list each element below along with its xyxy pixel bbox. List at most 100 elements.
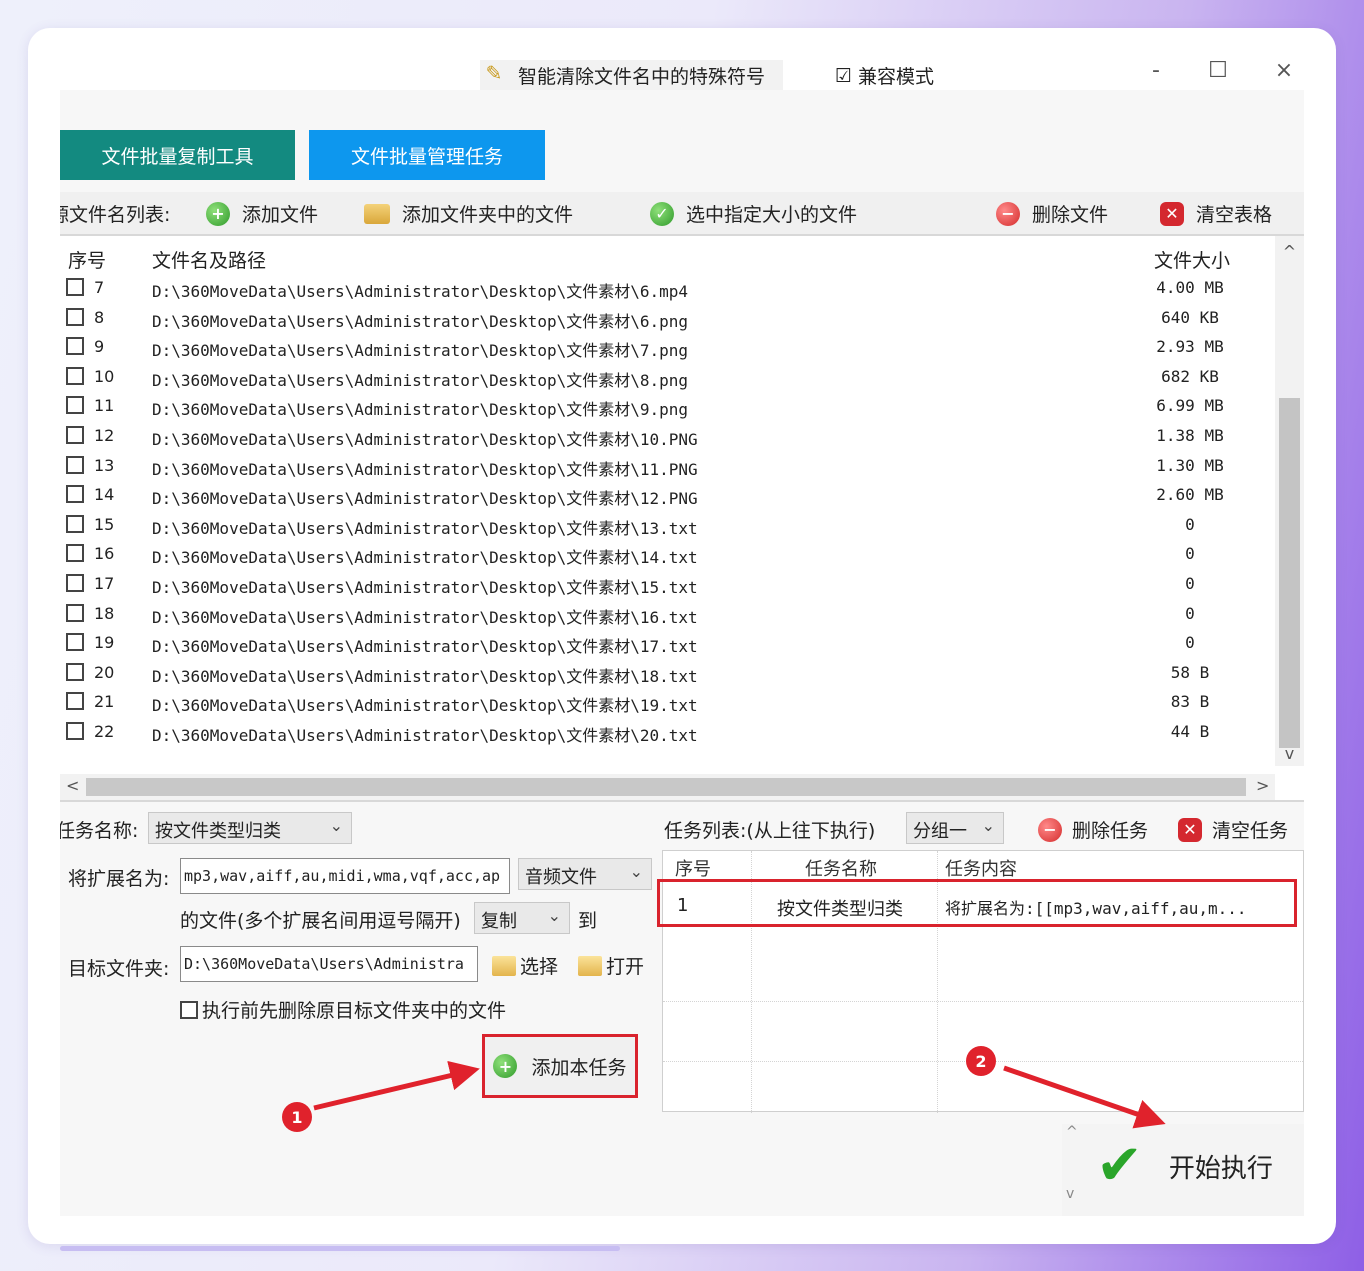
header-path: 文件名及路径 bbox=[152, 250, 267, 272]
delete-file-label: 删除文件 bbox=[1032, 204, 1109, 226]
close-button[interactable]: × bbox=[1264, 60, 1304, 83]
clear-task-button[interactable]: ✕ 清空任务 bbox=[1178, 816, 1288, 843]
table-row[interactable]: 11 D:\360MoveData\Users\Administrator\Des… bbox=[60, 392, 1275, 422]
ext-label: 将扩展名为: bbox=[68, 868, 170, 890]
row-path: D:\360MoveData\Users\Administrator\Deskt… bbox=[152, 637, 698, 657]
maximize-button[interactable]: ☐ bbox=[1198, 60, 1238, 83]
row-checkbox[interactable] bbox=[66, 425, 84, 444]
task-name-select[interactable]: 按文件类型归类 ⌄ bbox=[148, 812, 352, 844]
table-row[interactable]: 19 D:\360MoveData\Users\Administrator\Des… bbox=[60, 629, 1275, 659]
delete-task-button[interactable]: − 删除任务 bbox=[1038, 816, 1148, 843]
task-row-index[interactable]: 1 bbox=[677, 895, 688, 916]
row-checkbox[interactable] bbox=[66, 307, 84, 326]
target-folder-input[interactable]: D:\360MoveData\Users\Administra bbox=[180, 946, 478, 982]
progress-line bbox=[60, 1246, 620, 1251]
add-file-label: 添加文件 bbox=[242, 204, 319, 226]
vertical-scroll-thumb[interactable] bbox=[1279, 398, 1300, 748]
add-icon: + bbox=[206, 201, 230, 226]
close-x-icon: ✕ bbox=[1178, 817, 1202, 842]
add-icon: + bbox=[493, 1054, 518, 1078]
add-folder-files-button[interactable]: 添加文件夹中的文件 bbox=[364, 200, 573, 227]
tab-batch-manage[interactable]: 文件批量管理任务 bbox=[309, 130, 545, 180]
row-path: D:\360MoveData\Users\Administrator\Deskt… bbox=[152, 370, 689, 390]
scroll-left-icon[interactable]: < bbox=[66, 776, 79, 795]
add-task-button[interactable]: + 添加本任务 bbox=[482, 1034, 638, 1098]
table-row[interactable]: 16 D:\360MoveData\Users\Administrator\Des… bbox=[60, 540, 1275, 570]
tab-batch-copy[interactable]: 文件批量复制工具 bbox=[60, 130, 295, 180]
row-path: D:\360MoveData\Users\Administrator\Deskt… bbox=[152, 459, 698, 479]
vertical-scrollbar[interactable]: ^ v bbox=[1275, 236, 1304, 766]
table-row[interactable]: 22 D:\360MoveData\Users\Administrator\Des… bbox=[60, 718, 1275, 748]
row-checkbox[interactable] bbox=[66, 396, 84, 415]
row-checkbox[interactable] bbox=[66, 455, 84, 474]
add-file-button[interactable]: + 添加文件 bbox=[206, 200, 318, 227]
checkmark-icon: ✔ bbox=[1096, 1133, 1143, 1198]
row-checkbox[interactable] bbox=[66, 662, 84, 681]
table-row[interactable]: 20 D:\360MoveData\Users\Administrator\Des… bbox=[60, 659, 1275, 689]
table-row[interactable]: 12 D:\360MoveData\Users\Administrator\Des… bbox=[60, 422, 1275, 452]
horizontal-scrollbar[interactable]: < > bbox=[60, 774, 1275, 800]
table-row[interactable]: 17 D:\360MoveData\Users\Administrator\Des… bbox=[60, 570, 1275, 600]
app-window: ✎ 智能清除文件名中的特殊符号 ☑ 兼容模式 - ☐ × 文件批量复制工具 文件… bbox=[60, 60, 1304, 1216]
file-list-header: 序号 文件名及路径 文件大小 bbox=[60, 242, 1275, 276]
table-row[interactable]: 13 D:\360MoveData\Users\Administrator\Des… bbox=[60, 452, 1275, 482]
delete-before-check-box[interactable] bbox=[180, 1000, 198, 1019]
group-select[interactable]: 分组一 ⌄ bbox=[906, 812, 1004, 844]
delete-before-label: 执行前先删除原目标文件夹中的文件 bbox=[202, 1000, 507, 1022]
ext-input[interactable]: mp3,wav,aiff,au,midi,wma,vqf,acc,ap bbox=[180, 858, 510, 894]
row-checkbox[interactable] bbox=[66, 692, 84, 711]
row-checkbox[interactable] bbox=[66, 544, 84, 563]
row-checkbox[interactable] bbox=[66, 366, 84, 385]
scroll-up-icon[interactable]: ^ bbox=[1275, 242, 1304, 261]
table-row[interactable]: 18 D:\360MoveData\Users\Administrator\Des… bbox=[60, 600, 1275, 630]
row-checkbox[interactable] bbox=[66, 278, 84, 296]
scroll-down-icon[interactable]: v bbox=[1275, 744, 1304, 763]
ext-type-value: 音频文件 bbox=[525, 867, 597, 888]
header-size: 文件大小 bbox=[1154, 250, 1231, 272]
open-folder-button[interactable]: 打开 bbox=[578, 952, 644, 979]
delete-file-button[interactable]: − 删除文件 bbox=[996, 200, 1108, 227]
row-checkbox[interactable] bbox=[66, 603, 84, 622]
task-header-index: 序号 bbox=[675, 859, 711, 880]
select-size-button[interactable]: ✓ 选中指定大小的文件 bbox=[650, 200, 857, 227]
table-row[interactable]: 9 D:\360MoveData\Users\Administrator\Desk… bbox=[60, 333, 1275, 363]
row-checkbox[interactable] bbox=[66, 485, 84, 504]
choose-folder-button[interactable]: 选择 bbox=[492, 952, 558, 979]
clear-table-button[interactable]: ✕ 清空表格 bbox=[1160, 200, 1272, 227]
table-row[interactable]: 7 D:\360MoveData\Users\Administrator\Desk… bbox=[60, 274, 1275, 304]
ext-type-select[interactable]: 音频文件 ⌄ bbox=[518, 858, 652, 890]
row-index: 13 bbox=[94, 455, 115, 475]
task-row-content[interactable]: 将扩展名为:[[mp3,wav,aiff,au,m... bbox=[945, 895, 1247, 919]
compat-mode-checkbox[interactable]: ☑ 兼容模式 bbox=[835, 62, 934, 89]
delete-before-checkbox[interactable]: 执行前先删除原目标文件夹中的文件 bbox=[180, 996, 506, 1023]
row-divider bbox=[663, 1001, 1304, 1002]
table-row[interactable]: 21 D:\360MoveData\Users\Administrator\Des… bbox=[60, 688, 1275, 718]
minimize-button[interactable]: - bbox=[1136, 60, 1176, 83]
table-row[interactable]: 14 D:\360MoveData\Users\Administrator\Des… bbox=[60, 481, 1275, 511]
row-index: 8 bbox=[94, 307, 105, 327]
row-checkbox[interactable] bbox=[66, 633, 84, 652]
table-row[interactable]: 8 D:\360MoveData\Users\Administrator\Desk… bbox=[60, 304, 1275, 334]
row-checkbox[interactable] bbox=[66, 573, 84, 592]
start-button[interactable]: ✔ 开始执行 bbox=[1096, 1138, 1273, 1194]
file-rows: 7 D:\360MoveData\Users\Administrator\Desk… bbox=[60, 274, 1275, 748]
spin-up-icon[interactable]: ^ bbox=[1066, 1124, 1078, 1140]
start-area: ^ v ✔ 开始执行 bbox=[1062, 1124, 1304, 1216]
row-path: D:\360MoveData\Users\Administrator\Deskt… bbox=[152, 429, 698, 449]
row-size: 640 KB bbox=[1161, 307, 1219, 327]
row-checkbox[interactable] bbox=[66, 514, 84, 533]
row-checkbox[interactable] bbox=[66, 721, 84, 740]
task-row-name[interactable]: 按文件类型归类 bbox=[777, 895, 903, 921]
horizontal-scroll-thumb[interactable] bbox=[86, 778, 1246, 796]
row-checkbox[interactable] bbox=[66, 337, 84, 356]
file-toolbar: 源文件名列表: + 添加文件 添加文件夹中的文件 ✓ 选中指定大小的文件 − 删… bbox=[60, 192, 1304, 234]
scroll-right-icon[interactable]: > bbox=[1256, 776, 1269, 795]
row-size: 0 bbox=[1185, 514, 1195, 534]
header-index: 序号 bbox=[68, 250, 107, 272]
task-list-label: 任务列表:(从上往下执行) bbox=[664, 820, 876, 842]
table-row[interactable]: 10 D:\360MoveData\Users\Administrator\Des… bbox=[60, 363, 1275, 393]
action-select[interactable]: 复制 ⌄ bbox=[474, 902, 570, 934]
table-row[interactable]: 15 D:\360MoveData\Users\Administrator\Des… bbox=[60, 511, 1275, 541]
spin-down-icon[interactable]: v bbox=[1066, 1186, 1074, 1202]
row-size: 1.38 MB bbox=[1156, 425, 1224, 445]
